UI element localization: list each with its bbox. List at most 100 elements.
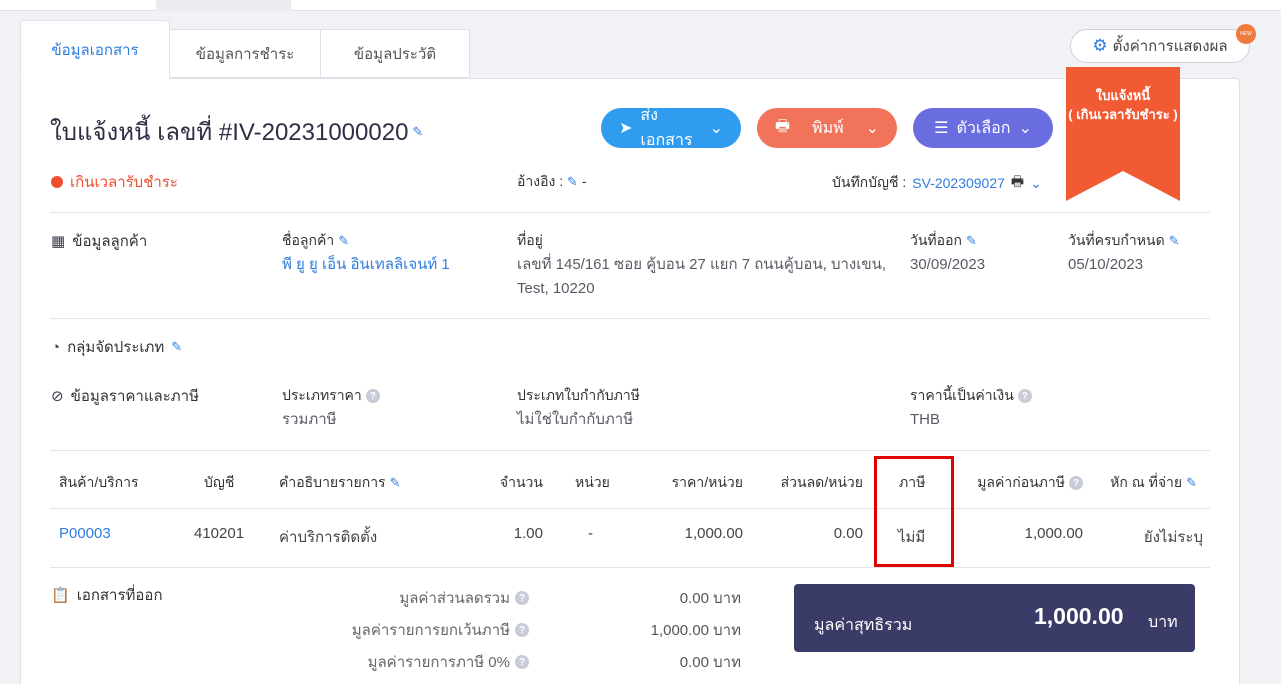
ribbon-subtitle: ( เกินเวลารับชำระ ) bbox=[1068, 107, 1178, 122]
row-discount: 0.00 bbox=[833, 525, 863, 542]
gear-icon: ⚙ bbox=[1092, 36, 1108, 55]
issued-docs-section-label: เอกสารที่ออก bbox=[76, 587, 163, 604]
summary-discount-value: 0.00 บาท bbox=[679, 590, 741, 607]
summary-exempt-label-text: มูลค่ารายการยกเว้นภาษี bbox=[351, 622, 510, 639]
tax-invoice-type-label: ประเภทใบกำกับภาษี bbox=[517, 387, 640, 403]
edit-customer-pencil-icon[interactable]: ✎ bbox=[338, 233, 349, 249]
options-button[interactable]: ☰ ตัวเลือก ⌄ bbox=[913, 108, 1053, 148]
customer-name-label-text: ชื่อลูกค้า bbox=[282, 232, 335, 248]
tab-history-info[interactable]: ข้อมูลประวัติ bbox=[321, 29, 470, 78]
row-pretax: 1,000.00 bbox=[1024, 525, 1083, 542]
edit-withholding-pencil-icon[interactable]: ✎ bbox=[1186, 475, 1197, 491]
edit-title-pencil-icon[interactable]: ✎ bbox=[412, 124, 423, 140]
issued-docs-section-title: 📋 เอกสารที่ออก bbox=[51, 583, 163, 607]
currency-value: THB bbox=[910, 411, 940, 428]
row-unit: - bbox=[588, 525, 593, 542]
pie-chart-icon: ◔ bbox=[51, 338, 61, 356]
row-account: 410201 bbox=[194, 525, 245, 542]
print-dropdown-chevron-icon[interactable]: ⌄ bbox=[866, 118, 879, 138]
category-section-label: กลุ่มจัดประเภท bbox=[67, 339, 165, 356]
help-icon[interactable]: ? bbox=[515, 591, 529, 605]
page-title: ใบแจ้งหนี้ เลขที่ #IV-20231000020 ✎ bbox=[50, 112, 423, 151]
due-date-value: 05/10/2023 bbox=[1068, 256, 1144, 273]
divider bbox=[50, 567, 1210, 568]
edit-description-pencil-icon[interactable]: ✎ bbox=[390, 475, 401, 491]
tax-invoice-type-value: ไม่ใช่ใบกำกับภาษี bbox=[517, 411, 634, 428]
issue-date-label-text: วันที่ออก bbox=[910, 232, 962, 248]
display-settings-button[interactable]: ⚙ ตั้งค่าการแสดงผล bbox=[1070, 29, 1250, 63]
price-type-value: รวมภาษี bbox=[282, 411, 337, 428]
help-icon[interactable]: ? bbox=[515, 623, 529, 637]
edit-reference-pencil-icon[interactable]: ✎ bbox=[567, 174, 578, 189]
issue-date-label: วันที่ออก ✎ bbox=[910, 230, 977, 252]
account-record-link[interactable]: SV-202309027 bbox=[912, 175, 1005, 191]
category-section-title: ◔ กลุ่มจัดประเภท ✎ bbox=[51, 335, 182, 359]
edit-category-pencil-icon[interactable]: ✎ bbox=[171, 339, 182, 355]
building-icon: ▦ bbox=[51, 233, 66, 250]
col-header-withholding: หัก ณ ที่จ่าย ✎ bbox=[1094, 472, 1197, 494]
customer-name-label: ชื่อลูกค้า ✎ bbox=[282, 230, 349, 252]
top-tab-stub[interactable] bbox=[156, 0, 291, 11]
divider bbox=[50, 318, 1210, 319]
summary-exempt-value: 1,000.00 บาท bbox=[650, 622, 741, 639]
row-qty: 1.00 bbox=[513, 525, 543, 542]
clipboard-icon: 📋 bbox=[51, 587, 70, 604]
paper-plane-icon: ➤ bbox=[619, 120, 633, 137]
percent-badge-icon: ⊘ bbox=[51, 388, 64, 405]
print-button[interactable]: 🖶 พิมพ์ ⌄ bbox=[757, 108, 897, 148]
divider bbox=[50, 450, 1210, 451]
address-line-1: เลขที่ 145/161 ซอย คู้บอน 27 แยก 7 ถนนคู… bbox=[517, 256, 887, 273]
help-icon[interactable]: ? bbox=[515, 655, 529, 669]
net-total-value: 1,000.00 bbox=[1034, 603, 1124, 629]
menu-lines-icon: ☰ bbox=[934, 120, 949, 137]
customer-section-title: ▦ ข้อมูลลูกค้า bbox=[51, 229, 147, 253]
summary-zero-tax-label-text: มูลค่ารายการภาษี 0% bbox=[367, 654, 510, 671]
pricing-section-label: ข้อมูลราคาและภาษี bbox=[70, 388, 199, 405]
send-document-label: ส่งเอกสาร bbox=[640, 107, 693, 149]
divider bbox=[50, 508, 1210, 509]
reference-label: อ้างอิง : bbox=[517, 173, 564, 189]
price-type-label: ประเภทราคา ? bbox=[282, 385, 380, 407]
send-document-button[interactable]: ➤ ส่งเอกสาร ⌄ bbox=[601, 107, 741, 149]
due-date-label: วันที่ครบกำหนด ✎ bbox=[1068, 230, 1180, 252]
col-header-pretax-text: มูลค่าก่อนภาษี bbox=[977, 474, 1065, 490]
customer-name-link[interactable]: พี ยู ยู เอ็น อินเทลลิเจนท์ 1 bbox=[282, 253, 450, 277]
options-label: ตัวเลือก bbox=[956, 119, 1011, 137]
customer-section-label: ข้อมูลลูกค้า bbox=[72, 233, 148, 250]
tab-document-info[interactable]: ข้อมูลเอกสาร bbox=[20, 20, 170, 79]
help-icon[interactable]: ? bbox=[1069, 476, 1083, 490]
account-record: บันทึกบัญชี : SV-202309027 🖶 ⌄ bbox=[832, 171, 1042, 195]
ribbon-title: ใบแจ้งหนี้ bbox=[1095, 88, 1151, 103]
summary-discount-label: มูลค่าส่วนลดรวม ? bbox=[300, 586, 529, 610]
edit-issue-date-pencil-icon[interactable]: ✎ bbox=[966, 233, 977, 249]
tab-payment-info[interactable]: ข้อมูลการชำระ bbox=[170, 29, 321, 78]
row-withholding: ยังไม่ระบุ bbox=[1143, 529, 1203, 546]
status-dot-icon bbox=[51, 176, 63, 188]
tab-bar: ข้อมูลเอกสาร ข้อมูลการชำระ ข้อมูลประวัติ bbox=[20, 20, 470, 79]
row-product-link[interactable]: P00003 bbox=[59, 525, 111, 542]
status-overdue: เกินเวลารับชำระ bbox=[51, 170, 178, 194]
row-price: 1,000.00 bbox=[684, 525, 743, 542]
net-total-unit: บาท bbox=[1148, 614, 1178, 631]
display-settings-label: ตั้งค่าการแสดงผล bbox=[1112, 38, 1228, 55]
reference-field: อ้างอิง : ✎ - bbox=[517, 171, 587, 193]
account-chevron-down-icon[interactable]: ⌄ bbox=[1030, 175, 1042, 192]
col-header-description: คำอธิบายรายการ ✎ bbox=[279, 472, 400, 494]
net-total-label: มูลค่าสุทธิรวม bbox=[814, 617, 913, 634]
due-date-label-text: วันที่ครบกำหนด bbox=[1068, 232, 1165, 248]
summary-zero-tax-value: 0.00 บาท bbox=[679, 654, 741, 671]
document-title: ใบแจ้งหนี้ เลขที่ #IV-20231000020 bbox=[50, 119, 409, 146]
price-type-label-text: ประเภทราคา bbox=[282, 387, 362, 403]
net-total-box: มูลค่าสุทธิรวม 1,000.00 บาท bbox=[794, 584, 1195, 652]
account-record-label: บันทึกบัญชี : bbox=[832, 174, 907, 190]
help-icon[interactable]: ? bbox=[1017, 389, 1032, 403]
summary-discount-label-text: มูลค่าส่วนลดรวม bbox=[399, 590, 510, 607]
chevron-down-icon: ⌄ bbox=[709, 120, 723, 137]
status-label: เกินเวลารับชำระ bbox=[70, 174, 178, 191]
edit-due-date-pencil-icon[interactable]: ✎ bbox=[1169, 233, 1180, 249]
help-icon[interactable]: ? bbox=[365, 389, 380, 403]
reference-value: - bbox=[581, 173, 587, 189]
account-print-icon[interactable]: 🖶 bbox=[1011, 171, 1024, 195]
col-header-price: ราคา/หน่วย bbox=[671, 474, 743, 490]
divider bbox=[50, 212, 1210, 213]
